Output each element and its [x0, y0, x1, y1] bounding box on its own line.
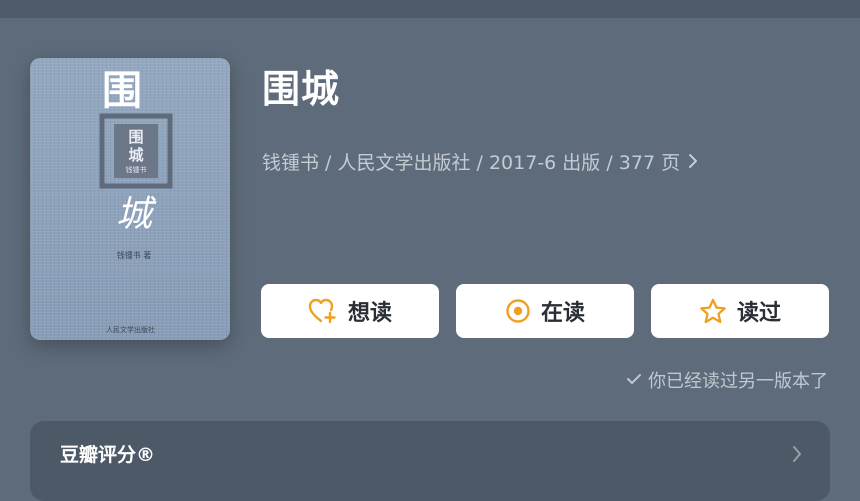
checkmark-icon — [626, 370, 642, 391]
book-title: 围城 — [262, 67, 341, 111]
cover-title-top: 围 — [102, 67, 142, 114]
cover-artwork: 围 围 城 钱锺书 城 钱锺书 著 人民文学出版社 — [99, 67, 173, 334]
radio-target-icon — [505, 298, 531, 324]
reading-button[interactable]: 在读 — [456, 284, 634, 338]
book-meta-text: 钱锺书 / 人民文学出版社 / 2017-6 出版 / 377 页 — [262, 151, 681, 174]
book-cover-image[interactable]: 围 围 城 钱锺书 城 钱锺书 著 人民文学出版社 — [30, 58, 230, 340]
rating-section-title: 豆瓣评分® — [60, 444, 156, 466]
cover-author-line: 钱锺书 著 — [117, 250, 152, 260]
cover-publisher-line: 人民文学出版社 — [106, 325, 155, 334]
have-read-label: 读过 — [736, 301, 781, 326]
have-read-button[interactable]: 读过 — [651, 284, 829, 338]
reading-label: 在读 — [540, 301, 585, 326]
read-status-text: 你已经读过另一版本了 — [648, 371, 828, 392]
star-icon — [699, 298, 727, 325]
chevron-right-icon — [688, 153, 698, 169]
chevron-right-icon — [792, 445, 802, 467]
want-to-read-button[interactable]: 想读 — [261, 284, 439, 338]
book-meta-link[interactable]: 钱锺书 / 人民文学出版社 / 2017-6 出版 / 377 页 — [262, 146, 698, 176]
top-strip — [0, 0, 860, 18]
cover-badge-caption: 钱锺书 — [126, 165, 147, 174]
cover-title-bottom: 城 — [116, 194, 157, 235]
want-to-read-label: 想读 — [347, 301, 392, 326]
heart-plus-icon — [308, 298, 338, 324]
read-status-note: 你已经读过另一版本了 — [626, 366, 828, 394]
cover-badge-top: 围 — [128, 128, 143, 146]
cover-badge-bottom: 城 — [128, 146, 143, 164]
douban-rating-card[interactable]: 豆瓣评分® — [30, 421, 830, 501]
